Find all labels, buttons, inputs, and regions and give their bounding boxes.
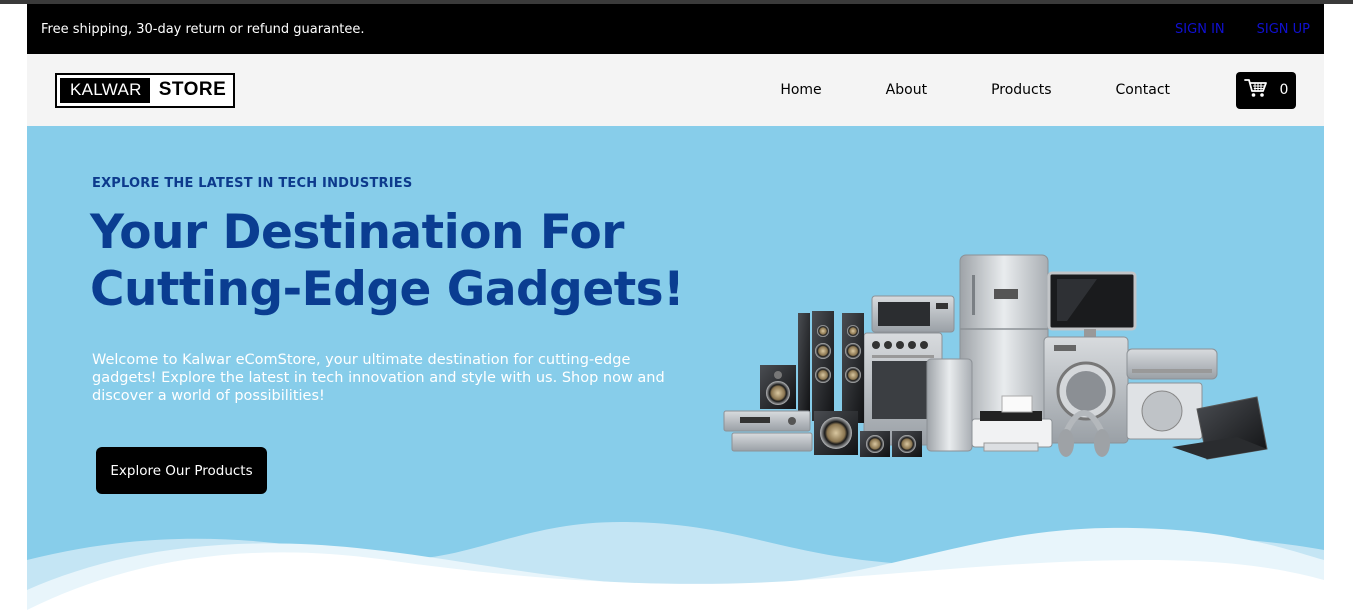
announcement-text: Free shipping, 30-day return or refund g… <box>41 21 365 37</box>
hero-kicker: EXPLORE THE LATEST IN TECH INDUSTRIES <box>92 176 413 191</box>
sign-up-link[interactable]: SIGN UP <box>1257 22 1310 37</box>
sign-in-link[interactable]: SIGN IN <box>1175 22 1225 37</box>
nav-link-about[interactable]: About <box>886 82 927 98</box>
hero-section: EXPLORE THE LATEST IN TECH INDUSTRIES Yo… <box>27 126 1324 610</box>
logo-kalwar-text: KALWAR <box>60 77 150 103</box>
site: Free shipping, 30-day return or refund g… <box>27 4 1324 610</box>
announcement-bar: Free shipping, 30-day return or refund g… <box>27 4 1324 54</box>
nav-link-products[interactable]: Products <box>991 82 1051 98</box>
cart-button[interactable]: 0 <box>1236 71 1296 109</box>
nav-link-contact[interactable]: Contact <box>1116 82 1170 98</box>
hero-description: Welcome to Kalwar eComStore, your ultima… <box>92 352 665 404</box>
navbar: KALWAR STORE Home About Products Contact <box>27 54 1324 126</box>
nav-right: Home About Products Contact 0 <box>780 71 1296 109</box>
hero-title: Your Destination For Cutting-Edge Gadget… <box>90 205 685 317</box>
page: Free shipping, 30-day return or refund g… <box>0 0 1353 610</box>
electronics-appliances-image <box>723 254 1268 460</box>
logo[interactable]: KALWAR STORE <box>55 72 235 108</box>
wave-divider <box>27 521 1324 610</box>
explore-products-button[interactable]: Explore Our Products <box>96 447 267 494</box>
auth-links: SIGN IN SIGN UP <box>1175 22 1310 37</box>
nav-links: Home About Products Contact <box>780 82 1236 98</box>
logo-store-text: STORE <box>158 79 227 100</box>
shopping-cart-icon <box>1243 78 1268 102</box>
cart-count: 0 <box>1279 82 1289 98</box>
nav-link-home[interactable]: Home <box>780 82 821 98</box>
